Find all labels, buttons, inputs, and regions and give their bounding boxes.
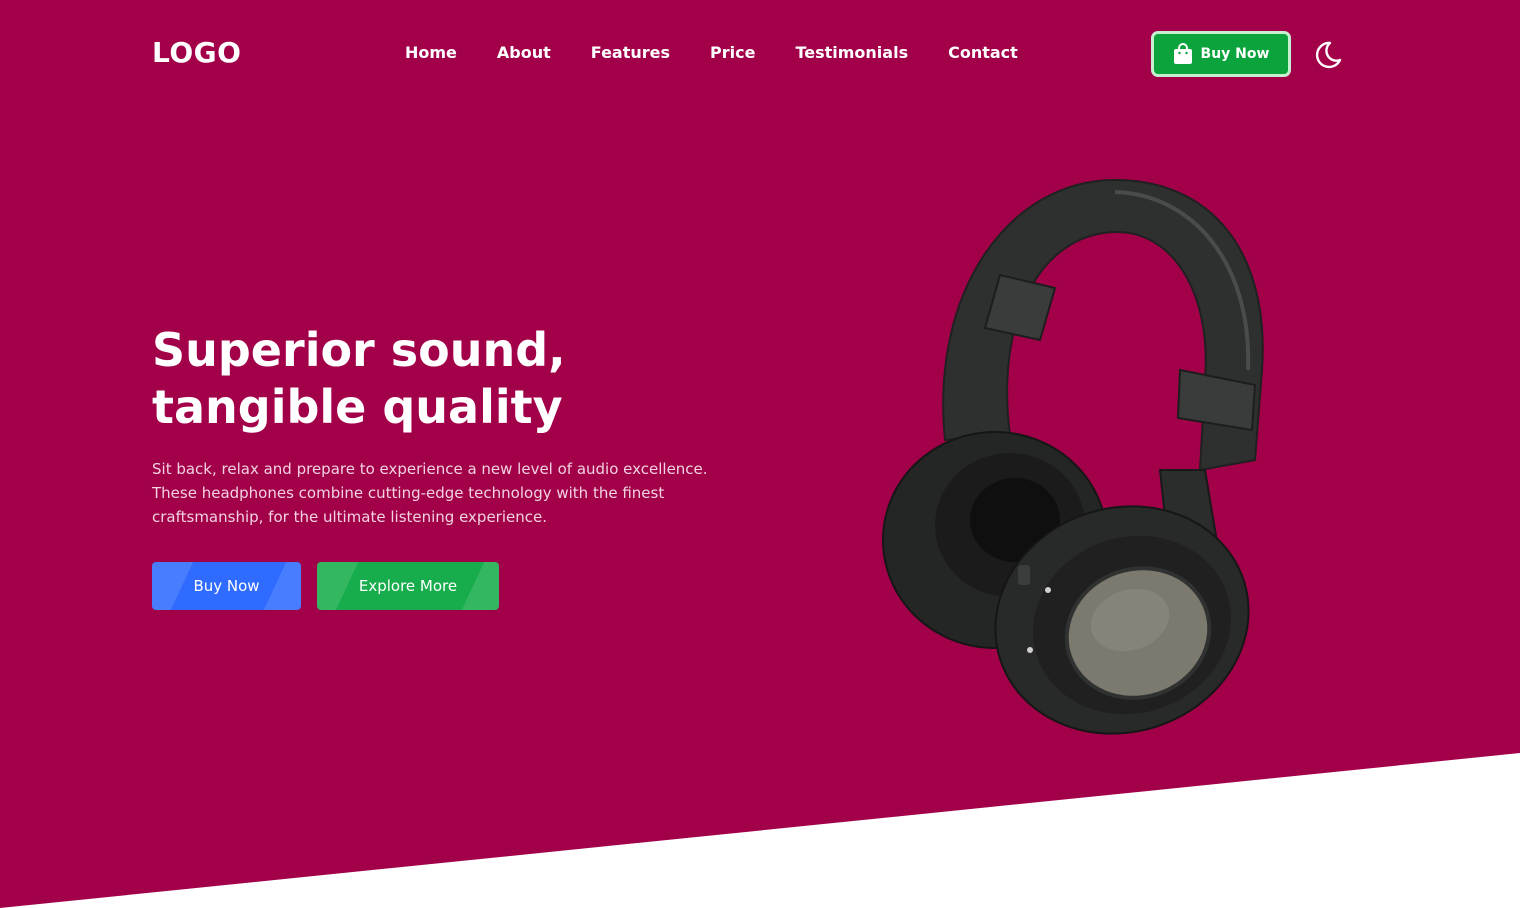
header-buy-label: Buy Now (1200, 46, 1270, 62)
hero-title-line1: Superior sound, (152, 323, 566, 377)
button-shine (263, 562, 301, 610)
hero-title-line2: tangible quality (152, 380, 563, 434)
nav-home[interactable]: Home (405, 43, 457, 62)
nav-about[interactable]: About (497, 43, 551, 62)
hero-subtitle-line3: craftsmanship, for the ultimate listenin… (152, 508, 547, 526)
nav-contact[interactable]: Contact (948, 43, 1018, 62)
logo[interactable]: LOGO (152, 36, 241, 69)
buy-now-button[interactable]: Buy Now (152, 562, 301, 610)
hero-subtitle-line2: These headphones combine cutting-edge te… (152, 484, 665, 502)
nav-features[interactable]: Features (591, 43, 670, 62)
hero-background (0, 0, 1520, 908)
shopping-bag-icon (1173, 43, 1192, 64)
hero-subtitle-line1: Sit back, relax and prepare to experienc… (152, 460, 708, 478)
headphones-image (882, 178, 1264, 735)
explore-more-button[interactable]: Explore More (317, 562, 499, 610)
moon-icon[interactable] (1313, 40, 1343, 70)
header-buy-button[interactable]: Buy Now (1151, 31, 1291, 77)
nav-testimonials[interactable]: Testimonials (795, 43, 908, 62)
button-shine (317, 562, 359, 610)
button-shine (152, 562, 194, 610)
nav-price[interactable]: Price (710, 43, 755, 62)
main-nav: Home About Features Price Testimonials C… (405, 43, 1018, 62)
hero-subtitle: Sit back, relax and prepare to experienc… (152, 457, 752, 529)
hero-title: Superior sound, tangible quality (152, 322, 772, 436)
explore-more-label: Explore More (358, 577, 458, 595)
buy-now-label: Buy Now (193, 577, 260, 595)
button-shine (461, 562, 499, 610)
